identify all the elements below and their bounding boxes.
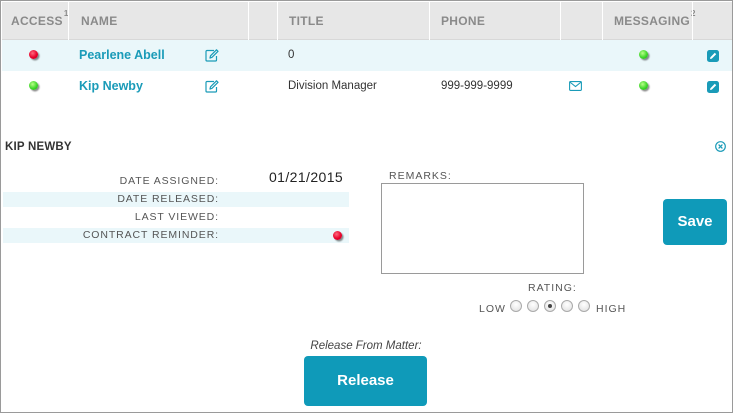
contract-reminder-status-icon <box>333 231 342 240</box>
edit-square-icon[interactable] <box>707 81 719 93</box>
date-released-label: DATE RELEASED: <box>117 193 219 205</box>
contacts-panel: ACCESS1 NAME TITLE PHONE MESSAGING2 Pear… <box>0 0 733 413</box>
header-name: NAME <box>81 14 118 28</box>
field-date-released: DATE RELEASED: <box>3 192 349 207</box>
table-row[interactable]: Pearlene Abell 0 <box>2 40 732 71</box>
contact-phone: 999-999-9999 <box>441 80 513 92</box>
field-contract-reminder: CONTRACT REMINDER: <box>3 228 349 243</box>
field-last-viewed: LAST VIEWED: <box>3 210 349 225</box>
release-caption: Release From Matter: <box>310 340 422 352</box>
rating-high-label: HIGH <box>596 303 627 315</box>
field-date-assigned: DATE ASSIGNED: 01/21/2015 <box>3 169 349 189</box>
date-assigned-value: 01/21/2015 <box>269 169 344 185</box>
rating-low-label: LOW <box>479 303 506 315</box>
envelope-icon[interactable] <box>569 81 582 91</box>
contact-title: Division Manager <box>288 80 377 92</box>
edit-pencil-icon[interactable] <box>205 49 219 62</box>
rating-radio-5[interactable] <box>578 300 590 312</box>
contact-title: 0 <box>288 49 295 61</box>
header-phone: PHONE <box>441 14 486 28</box>
contact-name-link[interactable]: Pearlene Abell <box>79 40 165 71</box>
remarks-label: REMARKS: <box>389 170 452 182</box>
contact-name-link[interactable]: Kip Newby <box>79 71 143 102</box>
access-status-icon <box>29 81 38 90</box>
messaging-status-icon <box>639 50 648 59</box>
detail-title: KIP NEWBY <box>5 141 72 153</box>
table-row[interactable]: Kip Newby Division Manager 999-999-9999 <box>2 71 732 102</box>
rating-radio-4[interactable] <box>561 300 573 312</box>
rating-radio-1[interactable] <box>510 300 522 312</box>
edit-square-icon[interactable] <box>707 50 719 62</box>
last-viewed-label: LAST VIEWED: <box>134 211 219 223</box>
close-circle-icon[interactable] <box>715 141 726 152</box>
header-access: ACCESS1 <box>11 9 69 29</box>
remarks-input[interactable] <box>381 183 584 274</box>
table-header: ACCESS1 NAME TITLE PHONE MESSAGING2 <box>2 2 732 40</box>
messaging-status-icon <box>639 81 648 90</box>
header-title: TITLE <box>289 14 324 28</box>
release-button[interactable]: Release <box>304 356 427 406</box>
date-assigned-label: DATE ASSIGNED: <box>119 175 219 187</box>
access-status-icon <box>29 50 38 59</box>
rating-label: RATING: <box>528 282 577 294</box>
edit-pencil-icon[interactable] <box>205 80 219 93</box>
save-button[interactable]: Save <box>663 199 727 245</box>
rating-radio-3[interactable] <box>544 300 556 312</box>
contract-reminder-label: CONTRACT REMINDER: <box>82 229 219 241</box>
rating-radio-2[interactable] <box>527 300 539 312</box>
header-messaging: MESSAGING2 <box>614 9 696 29</box>
